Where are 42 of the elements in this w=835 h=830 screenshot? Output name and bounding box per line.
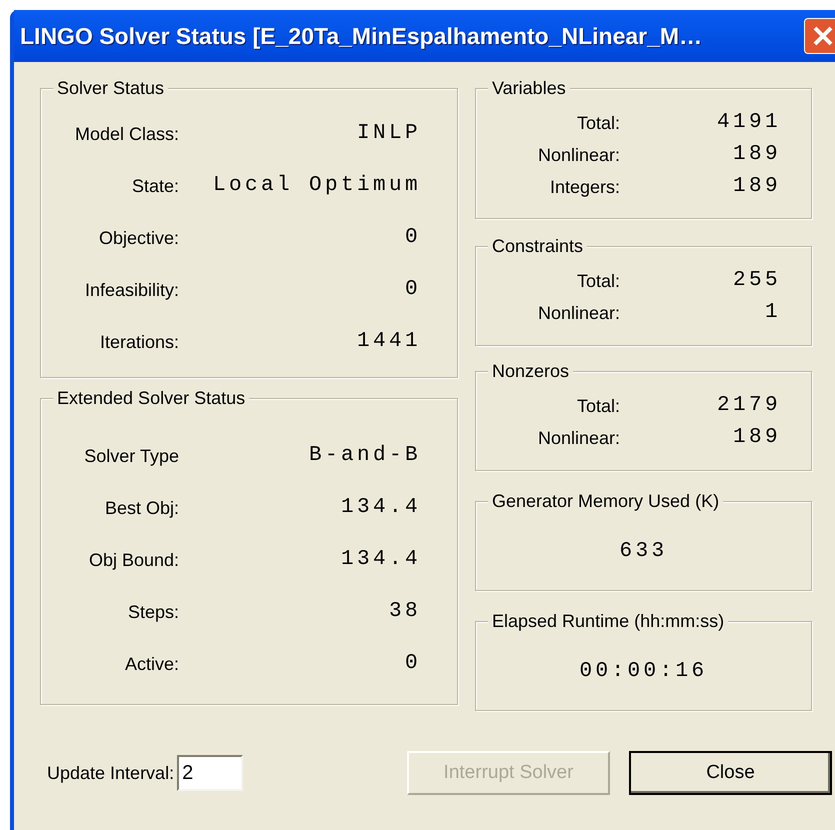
field-value: 00:00:16	[579, 659, 708, 686]
field-label: Active:	[124, 652, 179, 676]
field-value: 2179	[716, 393, 782, 420]
field-value: INLP	[356, 121, 422, 148]
field-value: 134.4	[340, 495, 422, 522]
field-value: 4191	[716, 110, 782, 136]
field-value: 189	[732, 425, 782, 452]
field-label: State:	[130, 174, 179, 198]
field-label: Total:	[576, 270, 620, 292]
field-label: Model Class:	[74, 122, 179, 146]
field-label: Objective:	[98, 226, 179, 250]
field-label: Best Obj:	[104, 496, 179, 520]
window-title: LINGO Solver Status [E_20Ta_MinEspalhamento_NLinear_M…	[20, 22, 704, 51]
field-value: 1	[764, 300, 782, 326]
field-label: Nonlinear:	[536, 426, 620, 450]
field-value: 0	[404, 277, 422, 304]
input-field[interactable]: 2	[177, 755, 244, 791]
field-label: Update Interval:	[47, 762, 174, 785]
field-label: Obj Bound:	[88, 548, 179, 572]
field-value: 0	[404, 225, 422, 252]
field-value: B-and-B	[308, 443, 422, 470]
close-icon	[812, 25, 834, 47]
field-label: Solver Type	[83, 444, 179, 468]
field-label: Infeasibility:	[84, 278, 179, 302]
field-value: 189	[732, 142, 782, 168]
field-label: Integers:	[548, 176, 620, 199]
field-value: 255	[732, 268, 782, 294]
field-value: Local Optimum	[212, 173, 422, 200]
field-label: Nonlinear:	[536, 144, 620, 166]
field-value: 633	[619, 539, 668, 566]
field-value: 38	[388, 599, 422, 626]
field-value: 1441	[356, 329, 422, 356]
close-button[interactable]	[804, 18, 835, 54]
dialog-button[interactable]: Close	[629, 751, 832, 795]
field-label: Nonlinear:	[536, 302, 620, 324]
field-label: Steps:	[126, 600, 179, 624]
field-value: 0	[404, 651, 422, 678]
field-value: 134.4	[340, 547, 422, 574]
field-label: Total:	[576, 394, 620, 418]
field-value: 189	[732, 174, 782, 200]
field-label: Total:	[576, 112, 620, 134]
field-label: Iterations:	[98, 330, 179, 354]
